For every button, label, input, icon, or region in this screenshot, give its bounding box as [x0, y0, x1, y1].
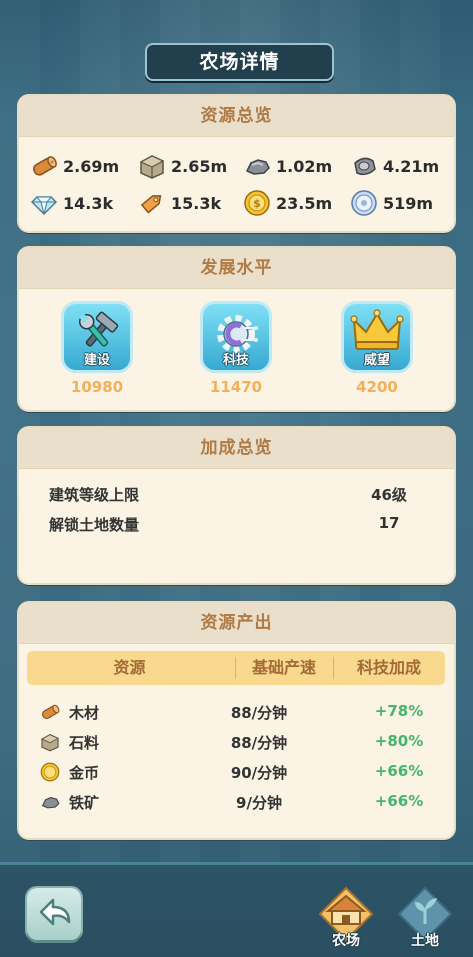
wood-icon [29, 151, 59, 181]
column-header-base-rate: 基础产速 [251, 658, 316, 677]
resource-value: 14.3k [63, 193, 114, 213]
resources-card-header: 资源总览 [19, 96, 454, 137]
production-card-header: 资源产出 [19, 603, 454, 644]
development-card-header: 发展水平 [19, 248, 454, 289]
bonus-row: 建筑等级上限 46级 [49, 484, 429, 505]
development-card: 发展水平 建设 10980 科技 11470 威望 4200 [19, 248, 454, 410]
resource-value: 2.65m [171, 156, 228, 176]
resource-name: 木材 [69, 704, 100, 722]
resource-value: 15.3k [171, 193, 222, 213]
nav-land-label: 土地 [411, 933, 439, 949]
bonus-row: 解锁土地数量 17 [49, 514, 429, 535]
resource-item-crystal[interactable]: 14.3k [29, 188, 113, 218]
gold-coin-icon: $ [242, 188, 272, 218]
dev-tile-prestige[interactable]: 威望 [344, 304, 410, 370]
stone-icon [40, 734, 60, 752]
bonus-card: 加成总览 建筑等级上限 46级 解锁土地数量 17 [19, 428, 454, 583]
resource-item-silver-coin[interactable]: 519m [349, 188, 433, 218]
resource-value: 1.02m [276, 156, 333, 176]
base-rate: 88/分钟 [230, 734, 288, 752]
resource-name: 铁矿 [69, 794, 100, 812]
back-arrow-icon [39, 898, 71, 926]
page-title: 农场详情 [145, 43, 334, 81]
resource-item-iron-ore[interactable]: 1.02m [242, 151, 332, 181]
crystal-icon [29, 188, 59, 218]
nav-farm-button[interactable]: 农场 [316, 884, 376, 949]
production-card: 资源产出 资源 基础产速 科技加成 木材 88/分钟 +78% 石料 88/分钟… [19, 603, 454, 838]
resource-item-wood[interactable]: 2.69m [29, 151, 119, 181]
resource-value: 2.69m [63, 156, 120, 176]
tag-icon [137, 188, 167, 218]
resources-card: 资源总览 2.69m 2.65m 1.02m 4.21m 14.3k 15.3k… [19, 96, 454, 231]
column-header-tech-bonus: 科技加成 [356, 658, 421, 677]
production-row-gold: 金币 90/分钟 +66% [39, 759, 439, 785]
dev-value-prestige: 4200 [356, 378, 398, 396]
resource-name: 金币 [69, 764, 100, 782]
dev-label: 建设 [83, 353, 110, 368]
dev-value-construction: 10980 [70, 378, 124, 396]
production-row-stone: 石料 88/分钟 +80% [39, 729, 439, 755]
tech-bonus: +78% [374, 702, 424, 720]
resource-name: 石料 [69, 734, 100, 752]
bonus-label: 解锁土地数量 [49, 516, 140, 534]
dev-value-technology: 11470 [209, 378, 263, 396]
iron-ore-icon [41, 797, 60, 809]
resource-item-tag[interactable]: 15.3k [137, 188, 221, 218]
nav-farm-label: 农场 [332, 933, 360, 949]
production-row-iron: 铁矿 9/分钟 +66% [39, 789, 439, 815]
svg-text:$: $ [253, 197, 261, 210]
stone-icon [137, 151, 167, 181]
dev-label: 威望 [363, 353, 390, 368]
gold-coin-icon [40, 762, 60, 782]
bonus-value: 17 [378, 514, 400, 532]
resource-value: 4.21m [383, 156, 440, 176]
silver-coin-icon [349, 188, 379, 218]
resource-value: 519m [383, 193, 434, 213]
column-header-resource: 资源 [113, 658, 146, 677]
resource-item-steel[interactable]: 4.21m [349, 151, 439, 181]
resource-item-gold-coin[interactable]: $ 23.5m [242, 188, 332, 218]
tech-bonus: +66% [374, 762, 424, 780]
bonus-card-header: 加成总览 [19, 428, 454, 469]
resource-item-stone[interactable]: 2.65m [137, 151, 227, 181]
wood-icon [41, 704, 60, 720]
resource-value: 23.5m [276, 193, 333, 213]
iron-ore-icon [242, 151, 272, 181]
dev-tile-construction[interactable]: 建设 [64, 304, 130, 370]
nav-land-button[interactable]: 土地 [395, 884, 455, 949]
tech-bonus: +80% [374, 732, 424, 750]
base-rate: 9/分钟 [236, 794, 282, 812]
steel-icon [349, 151, 379, 181]
bonus-value: 46级 [371, 486, 407, 504]
base-rate: 88/分钟 [230, 704, 288, 722]
production-row-wood: 木材 88/分钟 +78% [39, 699, 439, 725]
production-table-header: 资源 基础产速 科技加成 [27, 651, 445, 685]
bonus-label: 建筑等级上限 [49, 486, 140, 504]
dev-label: 科技 [222, 353, 249, 368]
tech-bonus: +66% [374, 792, 424, 810]
back-button[interactable] [27, 888, 81, 940]
dev-tile-technology[interactable]: 科技 [203, 304, 269, 370]
base-rate: 90/分钟 [230, 764, 288, 782]
